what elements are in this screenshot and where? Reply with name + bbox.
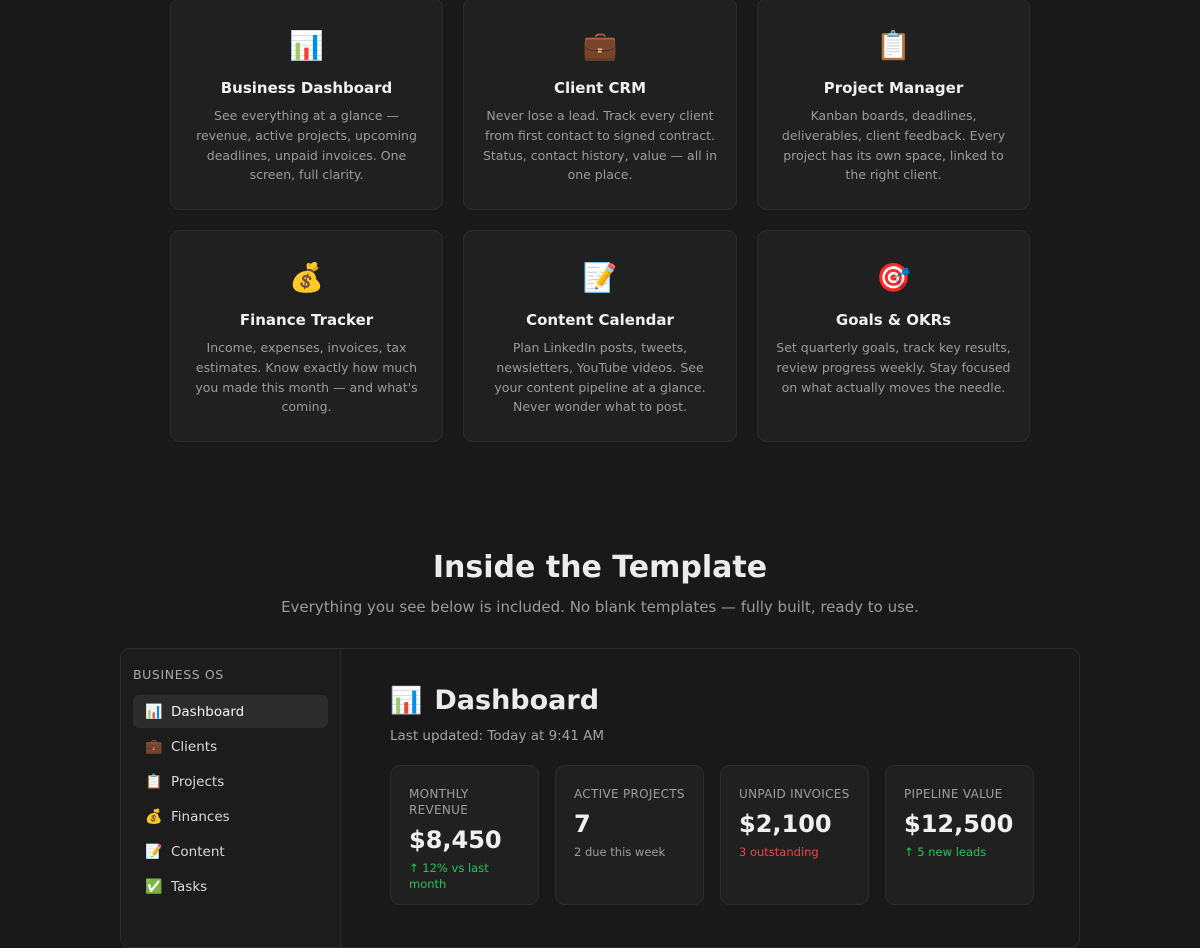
sidebar-item-label: Content [171,843,225,860]
page-title: 📊 Dashboard [390,681,1031,721]
memo-icon: 📝 [145,843,163,860]
stat-label: UNPAID INVOICES [739,787,850,801]
feature-description: See everything at a glance — revenue, ac… [196,108,417,183]
feature-card: 📝 Content Calendar Plan LinkedIn posts, … [463,230,737,442]
briefcase-icon: 💼 [582,29,618,62]
stat-card-unpaid-invoices: UNPAID INVOICES $2,100 3 outstanding [720,765,869,905]
section-title: Inside the Template [432,550,768,585]
stat-note: 2 due this week [574,845,666,859]
briefcase-icon: 💼 [145,738,163,755]
feature-title: Client CRM [553,79,647,97]
feature-title: Project Manager [823,79,964,97]
sidebar-item-label: Dashboard [171,703,245,720]
bar-chart-icon: 📊 [145,703,163,720]
stats-row: MONTHLY REVENUE $8,450 ↑ 12% vs last mon… [390,765,1034,905]
last-updated: Last updated: Today at 9:41 AM [390,728,605,744]
stat-value: $12,500 [904,810,1014,838]
feature-title: Goals & OKRs [835,311,952,329]
feature-description: Kanban boards, deadlines, deliverables, … [781,108,1006,183]
sidebar-item-dashboard[interactable]: 📊 Dashboard [133,695,328,728]
clipboard-icon: 📋 [876,29,911,62]
feature-description: Never lose a lead. Track every client fr… [482,108,718,183]
sidebar-item-finances[interactable]: 💰 Finances [133,800,328,833]
sidebar-item-label: Projects [171,773,225,790]
dashboard-main: 📊 Dashboard Last updated: Today at 9:41 … [342,649,1079,947]
feature-card: 📋 Project Manager Kanban boards, deadlin… [757,0,1030,210]
sidebar-item-label: Clients [171,738,218,755]
sidebar-item-label: Tasks [171,878,208,895]
feature-title: Content Calendar [526,311,674,329]
sidebar-item-label: Finances [171,808,230,825]
stat-note: ↑ 5 new leads [904,845,987,859]
feature-card: 🎯 Goals & OKRs Set quarterly goals, trac… [757,230,1030,442]
feature-description: Set quarterly goals, track key results, … [776,340,1011,395]
sidebar-heading: BUSINESS OS [133,667,224,682]
stat-label: ACTIVE PROJECTS [574,787,685,801]
feature-title: Finance Tracker [239,311,374,329]
template-preview: BUSINESS OS 📊 Dashboard 💼 Clients 📋 Proj… [120,648,1080,948]
sidebar-item-content[interactable]: 📝 Content [133,835,328,868]
stat-card-active-projects: ACTIVE PROJECTS 7 2 due this week [555,765,704,905]
target-icon: 🎯 [876,261,911,294]
stat-card-pipeline-value: PIPELINE VALUE $12,500 ↑ 5 new leads [885,765,1034,905]
feature-card: 📊 Business Dashboard See everything at a… [170,0,443,210]
sidebar: BUSINESS OS 📊 Dashboard 💼 Clients 📋 Proj… [121,649,341,947]
stat-note: 3 outstanding [739,845,819,859]
money-bag-icon: 💰 [289,261,324,294]
stat-note: ↑ 12% vs last month [409,861,489,891]
stat-label: MONTHLY REVENUE [409,787,469,817]
stat-value: $8,450 [409,826,502,854]
feature-description: Plan LinkedIn posts, tweets, newsletters… [494,340,706,415]
memo-icon: 📝 [582,261,618,294]
feature-card: 💼 Client CRM Never lose a lead. Track ev… [463,0,737,210]
feature-title: Business Dashboard [220,79,393,97]
section-subtitle: Everything you see below is included. No… [281,598,919,616]
bar-chart-icon: 📊 [289,29,324,62]
sidebar-item-tasks[interactable]: ✅ Tasks [133,870,328,903]
features-grid: 📊 Business Dashboard See everything at a… [170,0,1030,442]
stat-value: $2,100 [739,810,832,838]
clipboard-icon: 📋 [145,773,163,790]
stat-value: 7 [574,810,591,838]
feature-card: 💰 Finance Tracker Income, expenses, invo… [170,230,443,442]
feature-description: Income, expenses, invoices, tax estimate… [195,340,418,415]
check-box-icon: ✅ [145,878,163,895]
money-bag-icon: 💰 [145,808,163,825]
bar-chart-icon: 📊 [390,686,423,716]
page-title-text: Dashboard [434,685,600,716]
stat-label: PIPELINE VALUE [904,787,1003,801]
sidebar-item-clients[interactable]: 💼 Clients [133,730,328,763]
stat-card-monthly-revenue: MONTHLY REVENUE $8,450 ↑ 12% vs last mon… [390,765,539,905]
sidebar-item-projects[interactable]: 📋 Projects [133,765,328,798]
